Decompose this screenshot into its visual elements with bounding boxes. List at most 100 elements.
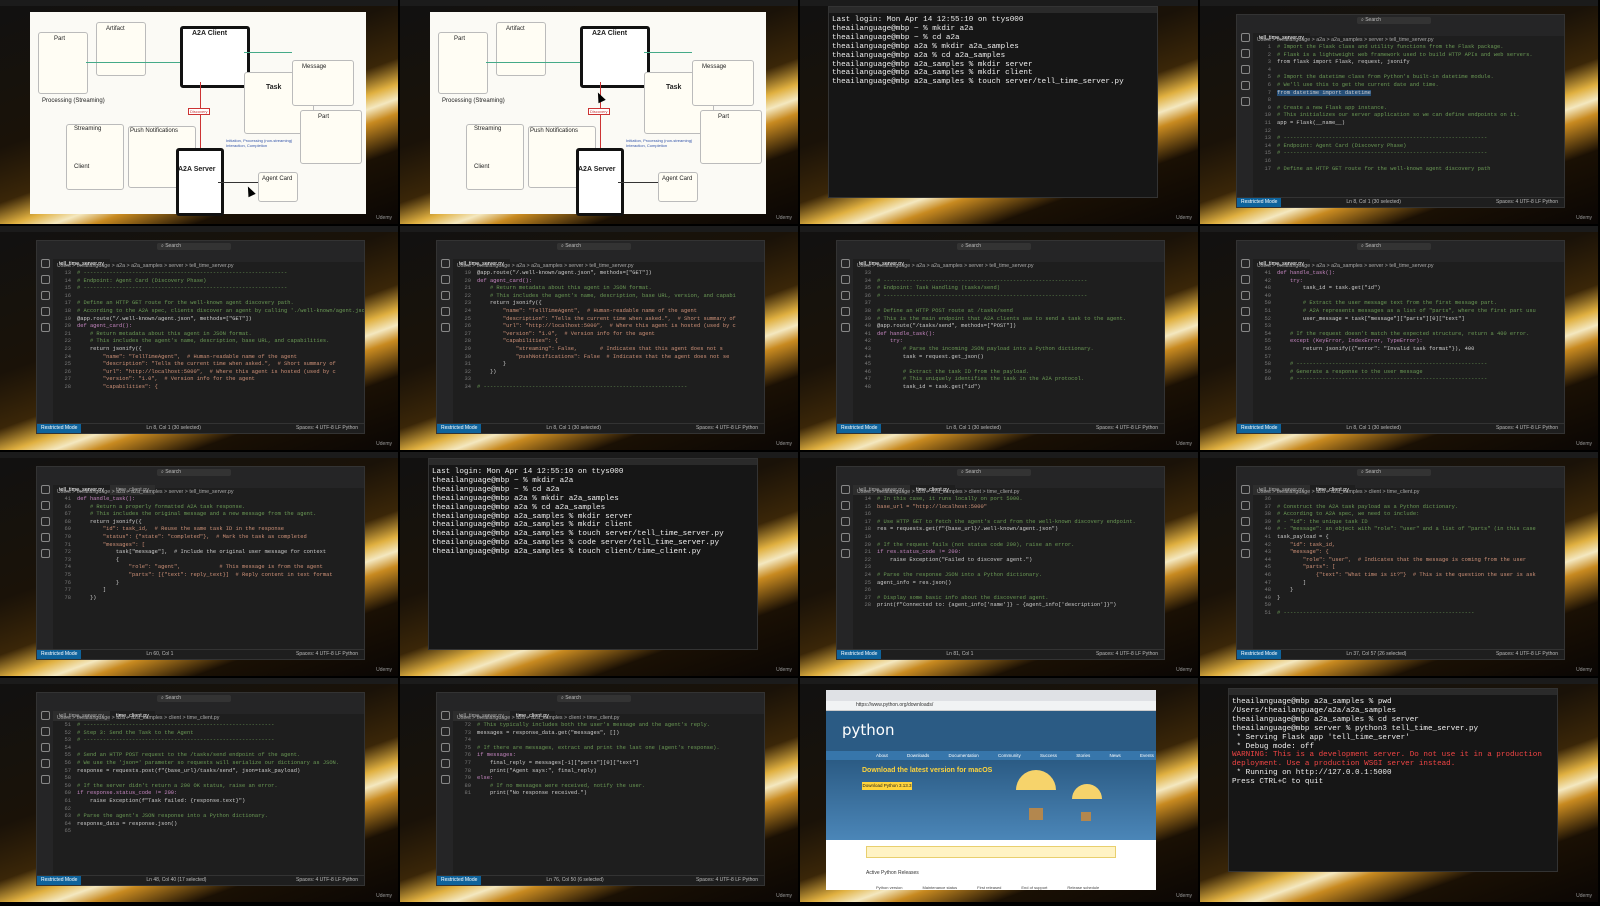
explorer-icon[interactable] [441,711,450,720]
extensions-icon[interactable] [841,323,850,332]
run-icon[interactable] [1241,307,1250,316]
extensions-icon[interactable] [1241,97,1250,106]
search-icon[interactable] [1241,501,1250,510]
vscode-window[interactable]: ⌕ Search tell_time_server.py time_client.p… [836,466,1165,660]
cursor-position[interactable]: Ln 48, Col 40 (17 selected) [146,877,206,883]
explorer-icon[interactable] [1241,33,1250,42]
code-editor[interactable]: 13 # ------------------------------------… [53,270,364,424]
code-editor[interactable]: 72 # This typically includes both the use… [453,722,764,876]
search-icon[interactable] [841,501,850,510]
command-search[interactable]: ⌕ Search [157,695,231,702]
search-icon[interactable] [1241,275,1250,284]
run-icon[interactable] [441,307,450,316]
extensions-icon[interactable] [441,775,450,784]
python-logo[interactable]: python [842,721,894,739]
extensions-icon[interactable] [841,549,850,558]
run-icon[interactable] [1241,81,1250,90]
command-search[interactable]: ⌕ Search [1357,17,1431,24]
vscode-window[interactable]: ⌕ Search tell_time_server.py Users > theai… [36,240,365,434]
command-search[interactable]: ⌕ Search [157,243,231,250]
restricted-mode-badge[interactable]: Restricted Mode [837,424,882,433]
cursor-position[interactable]: Ln 81, Col 1 [946,651,973,657]
extensions-icon[interactable] [41,775,50,784]
vscode-window[interactable]: ⌕ Search tell_time_server.py time_client.p… [436,692,765,886]
run-icon[interactable] [441,759,450,768]
thumb-9[interactable]: Udemy ⌕ Search tell_time_server.py time_cli… [0,452,398,676]
vscode-window[interactable]: ⌕ Search tell_time_server.py Users > theai… [1236,14,1565,208]
address-bar[interactable]: https://www.python.org/downloads/ [826,701,1156,711]
explorer-icon[interactable] [441,259,450,268]
command-search[interactable]: ⌕ Search [957,243,1031,250]
run-icon[interactable] [841,533,850,542]
code-editor[interactable]: 33 34 # ----------------------------------… [853,270,1164,424]
site-nav[interactable]: About Downloads Documentation Community … [826,751,1156,760]
restricted-mode-badge[interactable]: Restricted Mode [1237,650,1282,659]
restricted-mode-badge[interactable]: Restricted Mode [37,650,82,659]
browser-window[interactable]: https://www.python.org/downloads/python A… [826,690,1156,890]
thumb-10[interactable]: Udemy Last login: Mon Apr 14 12:55:10 on … [400,452,798,676]
command-search[interactable]: ⌕ Search [557,695,631,702]
code-editor[interactable]: 14 # In this case, it runs locally on por… [853,496,1164,650]
thumb-4[interactable]: Udemy ⌕ Search tell_time_server.py Users > … [1200,0,1598,224]
extensions-icon[interactable] [41,323,50,332]
run-icon[interactable] [1241,533,1250,542]
thumb-1[interactable]: Udemy Part Artifact A2A Client Task Message Pa… [0,0,398,224]
search-icon[interactable] [841,275,850,284]
command-search[interactable]: ⌕ Search [957,469,1031,476]
search-icon[interactable] [41,727,50,736]
explorer-icon[interactable] [41,485,50,494]
vscode-window[interactable]: ⌕ Search tell_time_server.py Users > theai… [436,240,765,434]
source-control-icon[interactable] [841,517,850,526]
code-editor[interactable]: 41 def handle_task(): 66 # Return a proper… [53,496,364,650]
restricted-mode-badge[interactable]: Restricted Mode [1237,424,1282,433]
download-button[interactable]: Download Python 3.13.3 [862,782,912,790]
explorer-icon[interactable] [841,259,850,268]
thumb-6[interactable]: Udemy ⌕ Search tell_time_server.py Users > … [400,226,798,450]
search-icon[interactable] [41,275,50,284]
cursor-position[interactable]: Ln 60, Col 1 [146,651,173,657]
extensions-icon[interactable] [1241,549,1250,558]
extensions-icon[interactable] [441,323,450,332]
command-search[interactable]: ⌕ Search [157,469,231,476]
run-icon[interactable] [841,307,850,316]
search-icon[interactable] [41,501,50,510]
source-control-icon[interactable] [841,291,850,300]
cursor-position[interactable]: Ln 8, Col 1 (30 selected) [946,425,1000,431]
thumb-2[interactable]: Udemy Part Artifact A2A Client Task Message Pa… [400,0,798,224]
code-editor[interactable]: 19 @app.route("/.well-known/agent.json", … [453,270,764,424]
cursor-position[interactable]: Ln 8, Col 1 (30 selected) [146,425,200,431]
source-control-icon[interactable] [1241,65,1250,74]
extensions-icon[interactable] [1241,323,1250,332]
source-control-icon[interactable] [41,291,50,300]
terminal-window[interactable]: Last login: Mon Apr 14 12:55:10 on ttys0… [428,458,758,650]
vscode-window[interactable]: ⌕ Search tell_time_server.py time_client.p… [1236,466,1565,660]
thumb-7[interactable]: Udemy ⌕ Search tell_time_server.py Users > … [800,226,1198,450]
thumb-12[interactable]: Udemy ⌕ Search tell_time_server.py time_cli… [1200,452,1598,676]
restricted-mode-badge[interactable]: Restricted Mode [37,424,82,433]
cursor-position[interactable]: Ln 76, Col 50 (6 selected) [546,877,603,883]
vscode-window[interactable]: ⌕ Search tell_time_server.py time_client.p… [36,466,365,660]
explorer-icon[interactable] [41,711,50,720]
thumb-5[interactable]: Udemy ⌕ Search tell_time_server.py Users > … [0,226,398,450]
cursor-position[interactable]: Ln 8, Col 1 (30 selected) [1346,199,1400,205]
command-search[interactable]: ⌕ Search [1357,243,1431,250]
source-control-icon[interactable] [1241,517,1250,526]
thumb-16[interactable]: Udemy theailanguage@mbp a2a_samples % pwd… [1200,678,1598,902]
source-control-icon[interactable] [1241,291,1250,300]
cursor-position[interactable]: Ln 8, Col 1 (30 selected) [1346,425,1400,431]
explorer-icon[interactable] [41,259,50,268]
explorer-icon[interactable] [1241,259,1250,268]
cursor-position[interactable]: Ln 8, Col 1 (30 selected) [546,425,600,431]
explorer-icon[interactable] [1241,485,1250,494]
thumb-11[interactable]: Udemy ⌕ Search tell_time_server.py time_cli… [800,452,1198,676]
thumb-14[interactable]: Udemy ⌕ Search tell_time_server.py time_cli… [400,678,798,902]
run-icon[interactable] [41,533,50,542]
extensions-icon[interactable] [41,549,50,558]
search-icon[interactable] [441,727,450,736]
terminal-window[interactable]: Last login: Mon Apr 14 12:55:10 on ttys0… [828,6,1158,198]
thumb-8[interactable]: Udemy ⌕ Search tell_time_server.py Users > … [1200,226,1598,450]
command-search[interactable]: ⌕ Search [557,243,631,250]
restricted-mode-badge[interactable]: Restricted Mode [837,650,882,659]
restricted-mode-badge[interactable]: Restricted Mode [437,424,482,433]
code-editor[interactable]: 41 def handle_task(): 42 try: 48 task_id = … [1253,270,1564,424]
